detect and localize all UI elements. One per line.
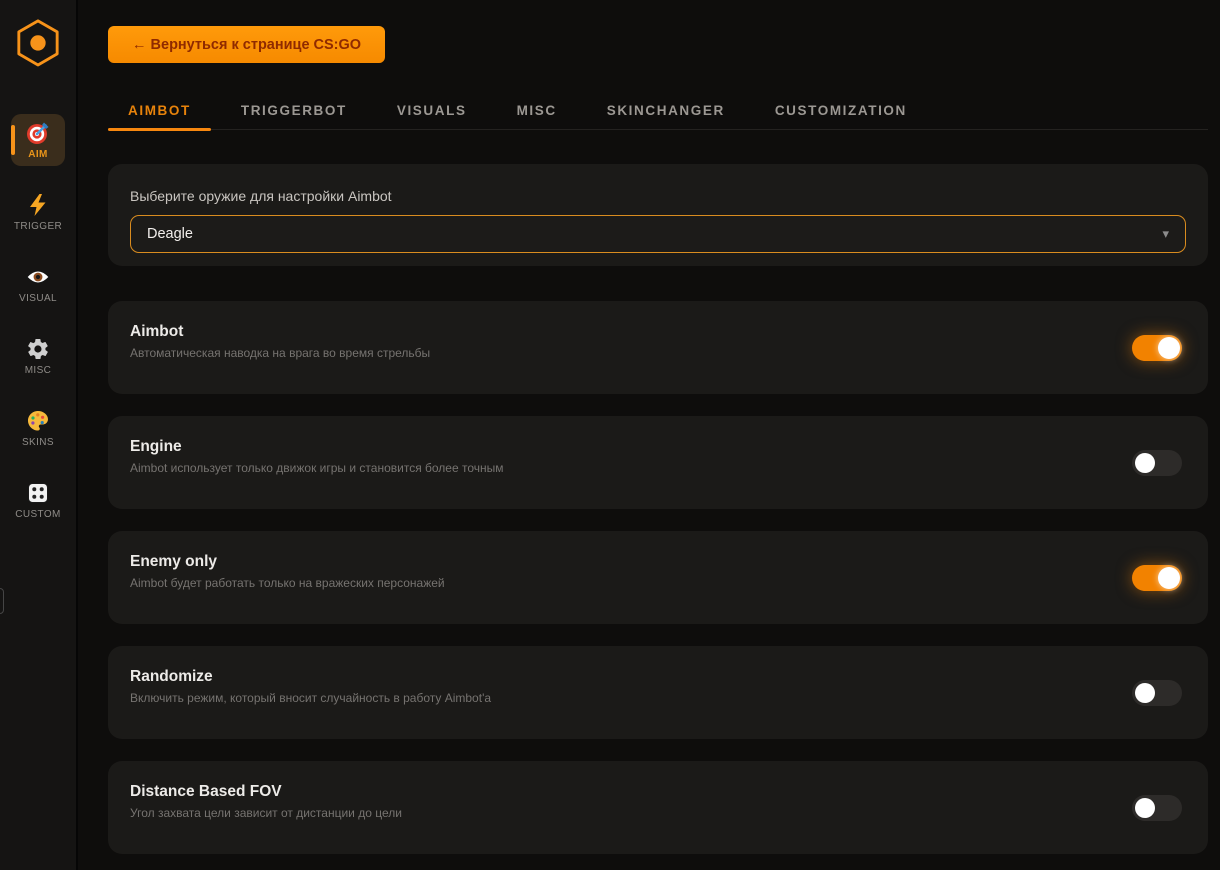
eye-icon: [25, 264, 51, 290]
sidebar-item-label: MISC: [25, 365, 52, 376]
sidebar-item-label: AIM: [28, 149, 48, 160]
scroll-indicator[interactable]: [0, 588, 4, 614]
toggle-knob: [1135, 798, 1155, 818]
chevron-down-icon: ▾: [1162, 226, 1169, 242]
setting-description: Aimbot будет работать только на вражески…: [130, 576, 445, 590]
toggle-distance-fov[interactable]: [1132, 795, 1182, 821]
setting-title: Engine: [130, 438, 504, 456]
tab-visuals[interactable]: VISUALS: [377, 93, 487, 129]
tab-misc[interactable]: MISC: [497, 93, 577, 129]
toggle-knob: [1158, 337, 1180, 359]
lightning-icon: [25, 192, 51, 218]
sidebar-item-visual[interactable]: VISUAL: [11, 258, 65, 310]
toggle-randomize[interactable]: [1132, 680, 1182, 706]
selected-weapon-value: Deagle: [147, 226, 193, 242]
sidebar: AIM TRIGGER VISUAL: [0, 0, 78, 870]
main-content: ← Вернуться к странице CS:GO AIMBOT TRIG…: [80, 0, 1220, 854]
setting-card-aimbot: Aimbot Автоматическая наводка на врага в…: [108, 301, 1208, 394]
toggle-knob: [1135, 683, 1155, 703]
tab-aimbot[interactable]: AIMBOT: [108, 93, 211, 129]
setting-title: Randomize: [130, 668, 491, 686]
setting-card-randomize: Randomize Включить режим, который вносит…: [108, 646, 1208, 739]
toggle-enemy-only[interactable]: [1132, 565, 1182, 591]
back-button[interactable]: ← Вернуться к странице CS:GO: [108, 26, 385, 63]
setting-title: Distance Based FOV: [130, 783, 402, 801]
setting-card-distance-fov: Distance Based FOV Угол захвата цели зав…: [108, 761, 1208, 854]
toggle-knob: [1158, 567, 1180, 589]
weapon-select-dropdown[interactable]: Deagle ▾: [130, 215, 1186, 253]
dice-icon: [25, 480, 51, 506]
weapon-select-label: Выберите оружие для настройки Aimbot: [130, 188, 1186, 204]
sidebar-item-misc[interactable]: MISC: [11, 330, 65, 382]
tab-skinchanger[interactable]: SKINCHANGER: [587, 93, 745, 129]
setting-text: Enemy only Aimbot будет работать только …: [130, 553, 445, 624]
setting-text: Engine Aimbot использует только движок и…: [130, 438, 504, 509]
setting-title: Enemy only: [130, 553, 445, 571]
sidebar-item-trigger[interactable]: TRIGGER: [11, 186, 65, 238]
target-dart-icon: [25, 120, 51, 146]
app-window: AIM TRIGGER VISUAL: [0, 0, 1220, 854]
toggle-engine[interactable]: [1132, 450, 1182, 476]
gear-icon: [25, 336, 51, 362]
hexagon-logo-icon: [15, 18, 61, 68]
sidebar-item-label: TRIGGER: [14, 221, 62, 232]
sidebar-item-label: VISUAL: [19, 293, 57, 304]
toggle-knob: [1135, 453, 1155, 473]
sidebar-item-custom[interactable]: CUSTOM: [11, 474, 65, 526]
setting-description: Автоматическая наводка на врага во время…: [130, 346, 430, 360]
tab-bar: AIMBOT TRIGGERBOT VISUALS MISC SKINCHANG…: [108, 93, 1208, 130]
sidebar-item-aim[interactable]: AIM: [11, 114, 65, 166]
setting-card-engine: Engine Aimbot использует только движок и…: [108, 416, 1208, 509]
weapon-select-card: Выберите оружие для настройки Aimbot Dea…: [108, 164, 1208, 266]
setting-card-enemy-only: Enemy only Aimbot будет работать только …: [108, 531, 1208, 624]
sidebar-item-skins[interactable]: SKINS: [11, 402, 65, 454]
setting-description: Aimbot использует только движок игры и с…: [130, 461, 504, 475]
setting-text: Randomize Включить режим, который вносит…: [130, 668, 491, 739]
app-logo[interactable]: [15, 18, 61, 68]
sidebar-item-label: CUSTOM: [15, 509, 61, 520]
palette-icon: [25, 408, 51, 434]
toggle-aimbot[interactable]: [1132, 335, 1182, 361]
tab-customization[interactable]: CUSTOMIZATION: [755, 93, 927, 129]
setting-title: Aimbot: [130, 323, 430, 341]
setting-description: Включить режим, который вносит случайнос…: [130, 691, 491, 705]
tab-triggerbot[interactable]: TRIGGERBOT: [221, 93, 367, 129]
setting-text: Aimbot Автоматическая наводка на врага в…: [130, 323, 430, 394]
setting-text: Distance Based FOV Угол захвата цели зав…: [130, 783, 402, 854]
sidebar-item-label: SKINS: [22, 437, 54, 448]
setting-description: Угол захвата цели зависит от дистанции д…: [130, 806, 402, 820]
sidebar-nav: AIM TRIGGER VISUAL: [11, 114, 65, 526]
